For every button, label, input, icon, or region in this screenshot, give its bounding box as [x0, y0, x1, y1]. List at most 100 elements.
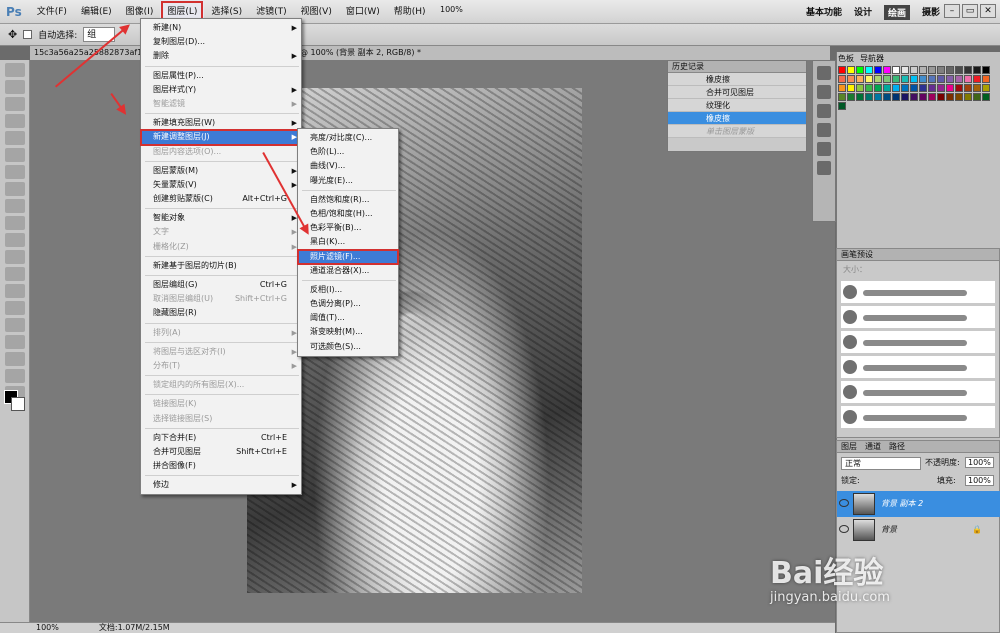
swatch[interactable]: [919, 66, 927, 74]
background-color[interactable]: [11, 397, 25, 411]
menu-item[interactable]: 排列(A) ▶: [141, 326, 301, 340]
history-tab[interactable]: 历史记录: [668, 61, 806, 73]
swatch[interactable]: [982, 84, 990, 92]
menu-item[interactable]: 取消图层编组(U) Shift+Ctrl+G: [141, 292, 301, 306]
tab-navigator[interactable]: 导航器: [860, 53, 884, 65]
menu-item[interactable]: 新建填充图层(W) ▶: [141, 116, 301, 130]
swatch[interactable]: [919, 93, 927, 101]
menu-item[interactable]: 图层属性(P)...: [141, 69, 301, 83]
swatch[interactable]: [955, 84, 963, 92]
panel-toggle-icon[interactable]: [817, 66, 831, 80]
brush-preset[interactable]: [841, 331, 995, 353]
menu-item[interactable]: 隐藏图层(R): [141, 306, 301, 320]
swatch[interactable]: [901, 84, 909, 92]
character-panel-icon[interactable]: [817, 85, 831, 99]
menu-window[interactable]: 窗口(W): [339, 0, 387, 24]
swatch[interactable]: [892, 84, 900, 92]
menu-item[interactable]: 选择链接图层(S): [141, 412, 301, 426]
menu-edit[interactable]: 编辑(E): [74, 0, 119, 24]
menu-item[interactable]: 曲线(V)...: [298, 159, 398, 173]
layer-row[interactable]: 背景 副本 2: [837, 491, 1000, 517]
menu-item[interactable]: 色调分离(P)...: [298, 297, 398, 311]
history-state[interactable]: 纹理化: [668, 99, 806, 112]
auto-select-checkbox[interactable]: [23, 30, 33, 39]
tab-layers[interactable]: 图层: [841, 441, 857, 452]
swatch[interactable]: [919, 75, 927, 83]
menu-item[interactable]: 渐变映射(M)...: [298, 325, 398, 339]
menu-item[interactable]: 照片滤镜(F)...: [297, 248, 399, 265]
history-brush-tool-icon[interactable]: [5, 216, 25, 230]
swatch[interactable]: [964, 75, 972, 83]
menu-item[interactable]: 亮度/对比度(C)...: [298, 131, 398, 145]
brush-panel-tab[interactable]: 画笔预设: [837, 249, 999, 261]
swatch[interactable]: [910, 66, 918, 74]
swatch[interactable]: [964, 66, 972, 74]
menu-item[interactable]: 通道混合器(X)...: [298, 264, 398, 278]
gradient-tool-icon[interactable]: [5, 250, 25, 264]
workspace-painting[interactable]: 绘画: [883, 5, 910, 20]
swatch[interactable]: [964, 84, 972, 92]
swatch[interactable]: [910, 75, 918, 83]
blend-mode-select[interactable]: 正常: [841, 457, 921, 470]
swatch[interactable]: [928, 66, 936, 74]
workspace-design[interactable]: 设计: [854, 5, 872, 20]
healing-tool-icon[interactable]: [5, 165, 25, 179]
menu-item[interactable]: 文字 ▶: [141, 225, 301, 239]
swatch[interactable]: [973, 75, 981, 83]
swatch[interactable]: [883, 84, 891, 92]
color-swatches[interactable]: [4, 390, 26, 412]
swatch[interactable]: [856, 66, 864, 74]
tab-paths[interactable]: 路径: [889, 441, 905, 452]
tab-swatches[interactable]: 色板: [838, 53, 854, 65]
menu-item[interactable]: 色相/饱和度(H)...: [298, 207, 398, 221]
swatch[interactable]: [865, 66, 873, 74]
tools-preset-icon[interactable]: [817, 161, 831, 175]
menu-item[interactable]: 新建调整图层(J) ▶: [140, 129, 302, 146]
swatch[interactable]: [892, 66, 900, 74]
menu-item[interactable]: 图层编组(G) Ctrl+G: [141, 278, 301, 292]
eye-icon[interactable]: [839, 525, 849, 533]
menu-item[interactable]: 复制图层(D)...: [141, 35, 301, 49]
brush-preset[interactable]: [841, 406, 995, 428]
marquee-tool-icon[interactable]: [5, 80, 25, 94]
swatch[interactable]: [946, 75, 954, 83]
swatch[interactable]: [937, 75, 945, 83]
swatch[interactable]: [838, 75, 846, 83]
menu-help[interactable]: 帮助(H): [387, 0, 433, 24]
swatch[interactable]: [874, 66, 882, 74]
menu-item[interactable]: 将图层与选区对齐(I) ▶: [141, 345, 301, 359]
dodge-tool-icon[interactable]: [5, 284, 25, 298]
swatch[interactable]: [973, 84, 981, 92]
swatch[interactable]: [982, 75, 990, 83]
move-tool-icon[interactable]: ✥: [8, 28, 17, 41]
status-zoom[interactable]: 100%: [36, 623, 59, 633]
menu-item[interactable]: 色阶(L)...: [298, 145, 398, 159]
menu-item[interactable]: 新建基于图层的切片(B): [141, 259, 301, 273]
swatch[interactable]: [847, 93, 855, 101]
menu-item[interactable]: 合并可见图层 Shift+Ctrl+E: [141, 445, 301, 459]
swatch[interactable]: [856, 75, 864, 83]
swatch[interactable]: [874, 75, 882, 83]
menu-item[interactable]: 图层内容选项(O)...: [141, 145, 301, 159]
hand-tool-icon[interactable]: [5, 369, 25, 383]
swatch[interactable]: [865, 75, 873, 83]
history-state[interactable]: 合并可见图层: [668, 86, 806, 99]
swatch[interactable]: [856, 84, 864, 92]
menu-file[interactable]: 文件(F): [30, 0, 74, 24]
swatch[interactable]: [838, 84, 846, 92]
swatch[interactable]: [937, 66, 945, 74]
swatch[interactable]: [946, 84, 954, 92]
swatch[interactable]: [901, 66, 909, 74]
swatch[interactable]: [856, 93, 864, 101]
menu-item[interactable]: 创建剪贴蒙版(C) Alt+Ctrl+G: [141, 192, 301, 206]
quick-select-tool-icon[interactable]: [5, 114, 25, 128]
swatch[interactable]: [928, 84, 936, 92]
swatch[interactable]: [892, 93, 900, 101]
swatch[interactable]: [847, 75, 855, 83]
menu-item[interactable]: 图层样式(Y) ▶: [141, 83, 301, 97]
crop-tool-icon[interactable]: [5, 131, 25, 145]
stamp-tool-icon[interactable]: [5, 199, 25, 213]
eyedropper-tool-icon[interactable]: [5, 148, 25, 162]
menu-item[interactable]: 锁定组内的所有图层(X)...: [141, 378, 301, 392]
blur-tool-icon[interactable]: [5, 267, 25, 281]
